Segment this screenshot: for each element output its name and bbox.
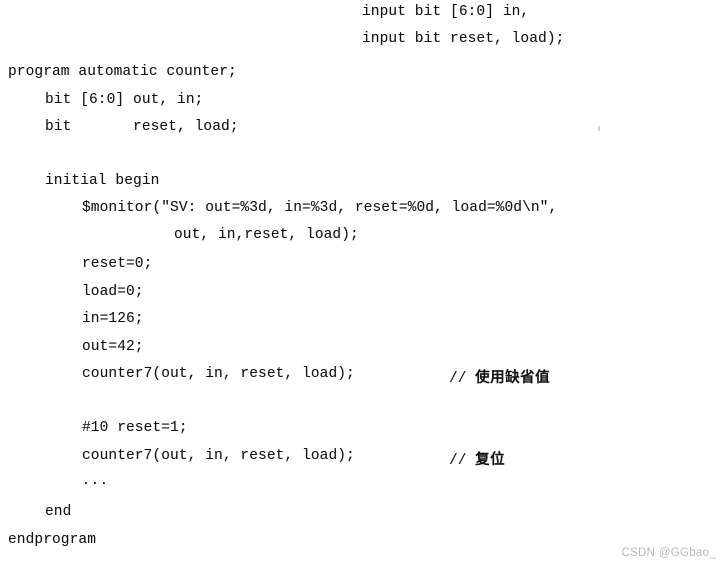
comment-slashes: // xyxy=(449,371,476,387)
comment-text-chinese: 使用缺省值 xyxy=(475,370,551,386)
code-line-endprogram: endprogram xyxy=(8,532,97,548)
code-line-assign-reset: reset=0; xyxy=(82,256,153,272)
scanned-code-page: input bit [6:0] in, input bit reset, loa… xyxy=(0,0,723,565)
code-line-input-bit-in: input bit [6:0] in, xyxy=(362,4,530,20)
code-line-initial-begin: initial begin xyxy=(45,173,160,189)
comment-slashes: // xyxy=(449,453,476,469)
code-line-program-declaration: program automatic counter; xyxy=(8,64,237,80)
code-line-input-bit-reset-load: input bit reset, load); xyxy=(362,31,565,47)
code-line-ellipsis: ... xyxy=(82,473,110,488)
code-line-delay-reset: #10 reset=1; xyxy=(82,420,188,436)
comment-text-chinese: 复位 xyxy=(475,452,506,468)
scan-artifact-speck xyxy=(598,126,600,131)
code-comment-reset: // 复位 xyxy=(449,448,505,469)
code-line-assign-out: out=42; xyxy=(82,339,144,355)
code-line-bit-reset-load: bit reset, load; xyxy=(45,119,239,135)
code-line-assign-in: in=126; xyxy=(82,311,144,327)
code-line-monitor-call: $monitor("SV: out=%3d, in=%3d, reset=%0d… xyxy=(82,200,558,216)
code-line-counter7-call-1: counter7(out, in, reset, load); xyxy=(82,366,355,382)
code-line-bit-out-in: bit [6:0] out, in; xyxy=(45,92,204,108)
code-line-end: end xyxy=(45,504,72,520)
csdn-watermark: CSDN @GGbao_ xyxy=(621,547,716,559)
code-line-assign-load: load=0; xyxy=(82,284,144,300)
code-line-monitor-args: out, in,reset, load); xyxy=(174,227,359,243)
code-comment-default-values: // 使用缺省值 xyxy=(449,366,550,387)
code-line-counter7-call-2: counter7(out, in, reset, load); xyxy=(82,448,355,464)
